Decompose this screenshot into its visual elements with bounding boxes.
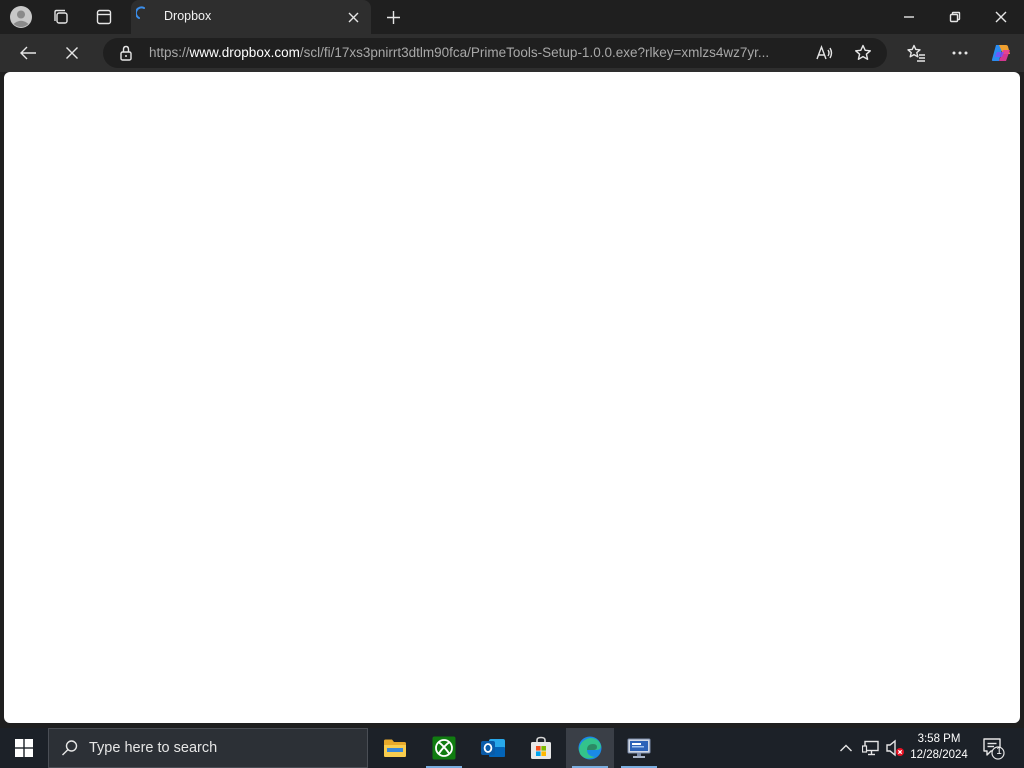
url-host: www.dropbox.com xyxy=(189,45,300,60)
folder-icon xyxy=(384,739,406,757)
url-text[interactable]: https://www.dropbox.com/scl/fi/17xs3pnir… xyxy=(149,45,799,60)
notification-center-button[interactable]: 1 xyxy=(980,736,1006,760)
taskbar-remote-desktop[interactable] xyxy=(615,728,663,768)
star-icon xyxy=(855,44,871,60)
volume-button[interactable] xyxy=(884,738,906,758)
taskbar-file-explorer[interactable] xyxy=(371,728,419,768)
more-dots-icon xyxy=(952,51,968,55)
notification-count-badge: 1 xyxy=(996,746,1002,757)
system-clock[interactable]: 3:58 PM 12/28/2024 xyxy=(906,731,972,763)
volume-muted-icon xyxy=(886,739,904,757)
profile-avatar[interactable] xyxy=(9,5,33,29)
address-bar[interactable]: https://www.dropbox.com/scl/fi/17xs3pnir… xyxy=(103,38,887,68)
favorites-button[interactable] xyxy=(904,42,928,64)
tab-dropbox[interactable]: Dropbox xyxy=(131,0,371,34)
close-window-button[interactable] xyxy=(987,6,1015,28)
taskbar-edge[interactable] xyxy=(566,728,614,768)
favorites-list-icon xyxy=(907,44,925,62)
windows-logo-icon xyxy=(15,739,33,757)
show-hidden-icons-button[interactable] xyxy=(836,738,856,758)
xbox-icon xyxy=(432,736,456,760)
vertical-tabs-icon xyxy=(96,9,112,25)
minimize-icon xyxy=(904,16,914,18)
clock-time: 3:58 PM xyxy=(917,733,961,745)
start-button[interactable] xyxy=(0,728,48,768)
plus-icon xyxy=(386,10,400,24)
monitor-network-icon xyxy=(627,738,651,758)
taskbar-search-box[interactable]: Type here to search xyxy=(48,728,368,768)
arrow-left-icon xyxy=(20,46,36,60)
store-bag-icon xyxy=(531,736,551,759)
tab-bar: Dropbox xyxy=(0,0,1024,34)
search-icon xyxy=(62,740,78,756)
taskbar-xbox[interactable] xyxy=(420,728,468,768)
search-placeholder: Type here to search xyxy=(89,740,218,756)
network-status-button[interactable] xyxy=(860,738,882,758)
tab-title: Dropbox xyxy=(164,9,212,23)
close-icon xyxy=(995,11,1007,23)
lock-icon xyxy=(120,45,132,61)
clock-date: 12/28/2024 xyxy=(910,749,968,761)
avatar-icon xyxy=(10,6,32,28)
back-button[interactable] xyxy=(16,42,40,64)
read-aloud-icon xyxy=(816,45,833,60)
restore-button[interactable] xyxy=(941,6,969,28)
stop-icon xyxy=(66,47,78,59)
workspaces-icon xyxy=(54,9,68,24)
url-path: /scl/fi/17xs3pnirrt3dtlm90fca/PrimeTools… xyxy=(299,45,770,60)
settings-more-button[interactable] xyxy=(948,42,972,64)
restore-icon xyxy=(949,11,961,23)
navigation-toolbar: https://www.dropbox.com/scl/fi/17xs3pnir… xyxy=(0,34,1024,72)
outlook-icon xyxy=(481,739,505,757)
page-content-area[interactable] xyxy=(4,72,1020,723)
chevron-up-icon xyxy=(840,744,852,752)
favorite-star-button[interactable] xyxy=(852,43,874,63)
stop-loading-button[interactable] xyxy=(60,42,84,64)
taskbar-microsoft-store[interactable] xyxy=(517,728,565,768)
taskbar: Type here to search 3:58 PM 12/28/2024 1 xyxy=(0,728,1024,768)
copilot-button[interactable] xyxy=(988,41,1014,65)
network-wired-icon xyxy=(862,740,879,756)
close-icon xyxy=(348,12,358,22)
loading-spinner-icon xyxy=(136,6,145,19)
edge-browser-icon xyxy=(578,736,602,760)
workspaces-button[interactable] xyxy=(50,7,72,27)
tab-actions-button[interactable] xyxy=(93,7,115,27)
new-tab-button[interactable] xyxy=(382,6,404,28)
taskbar-outlook[interactable] xyxy=(469,728,517,768)
tab-close-button[interactable] xyxy=(345,9,361,25)
copilot-icon xyxy=(991,45,1010,61)
url-prefix: https:// xyxy=(149,45,190,60)
minimize-button[interactable] xyxy=(895,6,923,28)
read-aloud-button[interactable] xyxy=(813,43,835,63)
